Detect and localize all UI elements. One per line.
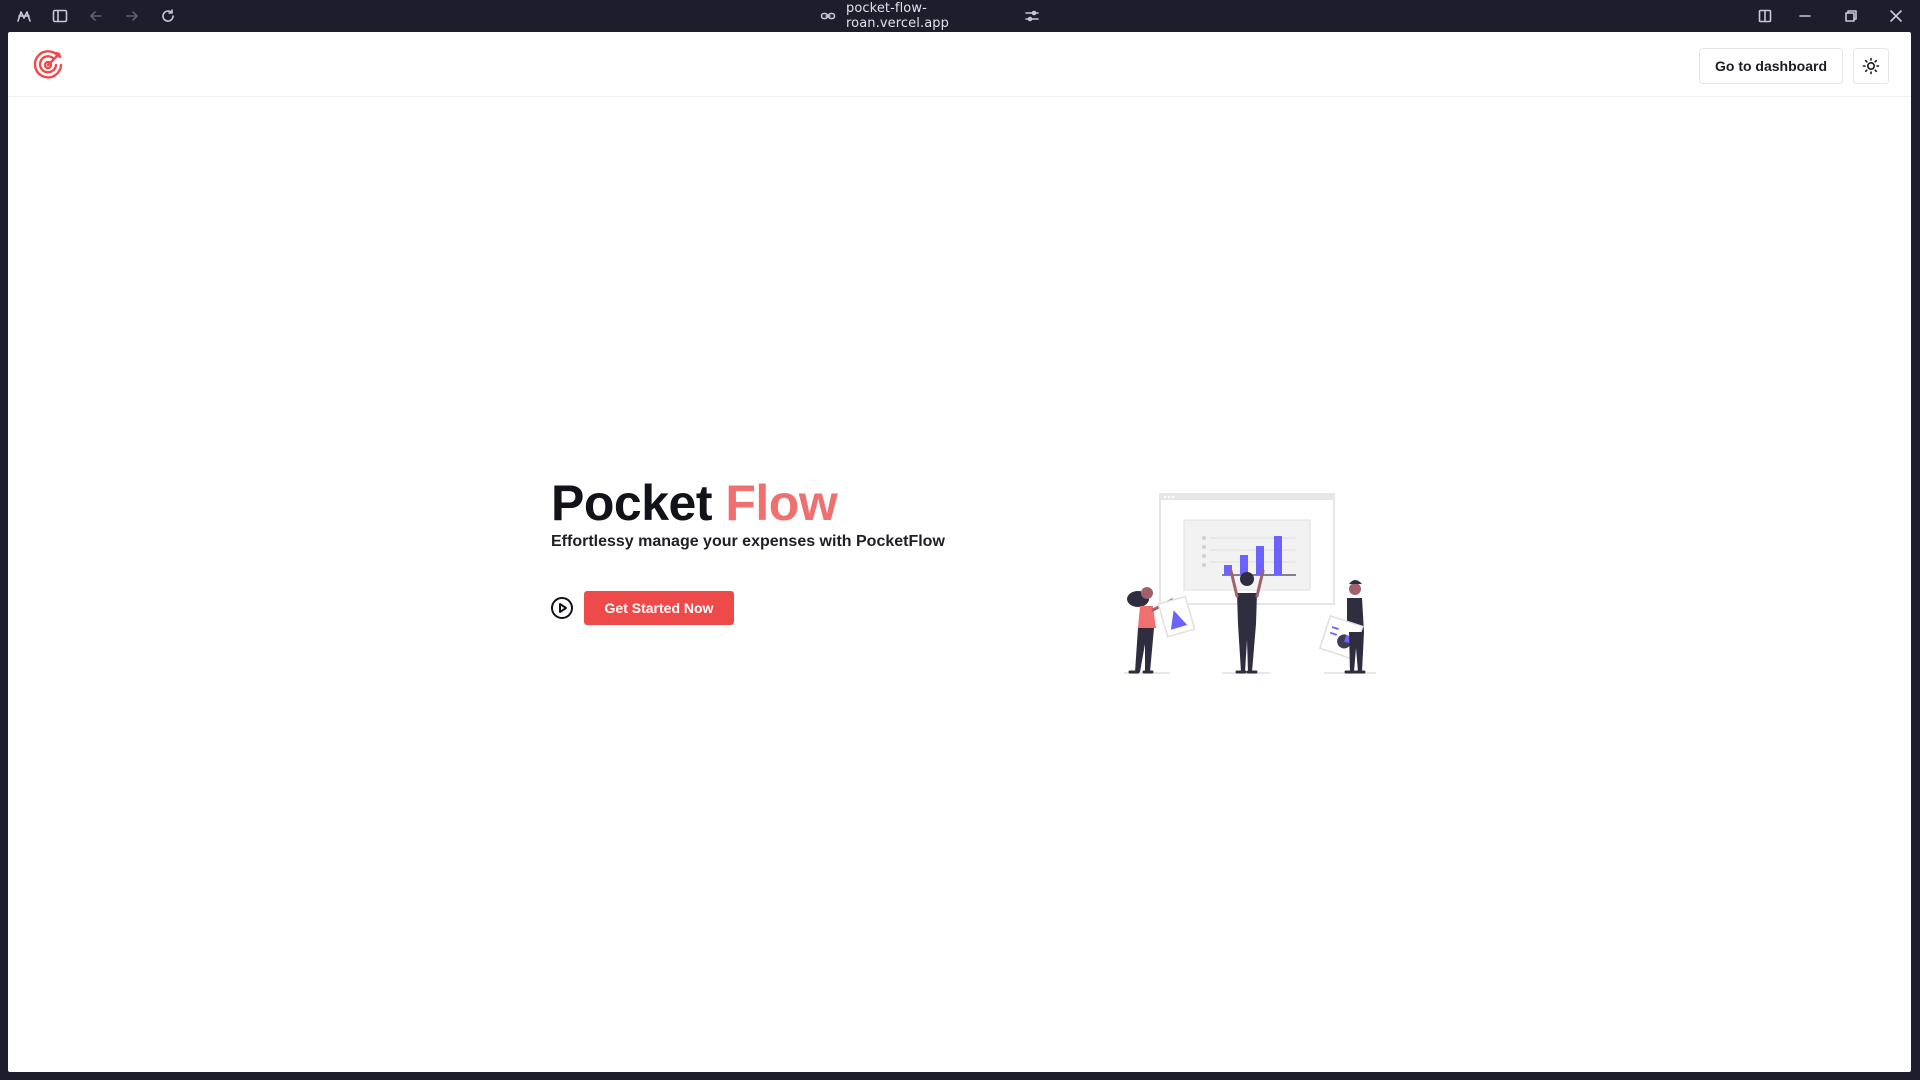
site-header: Go to dashboard [8,32,1911,97]
theme-toggle-button[interactable] [1853,48,1889,84]
get-started-button[interactable]: Get Started Now [584,591,734,625]
site-settings-icon[interactable] [1024,8,1040,24]
sun-icon [1862,57,1880,75]
play-circle-icon[interactable] [550,596,574,620]
hero-title-main: Pocket [551,475,712,531]
url-text[interactable]: pocket-flow-roan.vercel.app [846,1,1014,31]
page: Go to dashboard Pocket Flow Effortlessy … [8,32,1911,1072]
split-view-icon[interactable] [1755,6,1775,26]
restore-icon[interactable] [1841,6,1861,26]
hero-title: Pocket Flow [551,474,838,532]
go-to-dashboard-button[interactable]: Go to dashboard [1699,48,1843,84]
back-icon[interactable] [86,6,106,26]
hero-subtitle: Effortlessy manage your expenses with Po… [551,533,945,550]
hero-title-accent: Flow [725,475,838,531]
address-bar[interactable]: pocket-flow-roan.vercel.app [820,0,1040,32]
forward-icon[interactable] [122,6,142,26]
reload-icon[interactable] [158,6,178,26]
link-icon [820,8,836,24]
app-menu-icon[interactable] [14,6,34,26]
sidebar-icon[interactable] [50,6,70,26]
close-icon[interactable] [1886,6,1906,26]
browser-toolbar: pocket-flow-roan.vercel.app [0,0,1920,32]
minimize-icon[interactable] [1795,6,1815,26]
pocketflow-logo[interactable] [32,48,64,80]
team-analytics-illustration [1110,460,1380,678]
